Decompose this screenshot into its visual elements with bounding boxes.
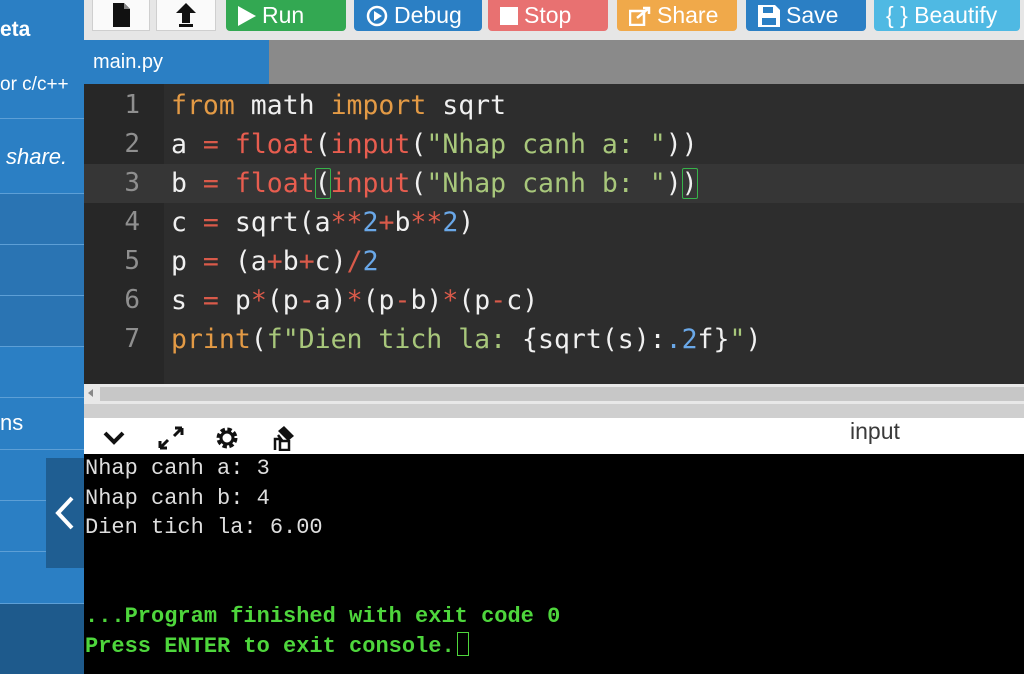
expand-console-button[interactable] xyxy=(157,424,185,452)
code-line-active[interactable]: 3 b = float(input("Nhap canh b: ")) xyxy=(84,164,1024,203)
sidebar-share-text: share. xyxy=(6,144,68,169)
expand-icon xyxy=(158,426,184,450)
sidebar-section-text: ns xyxy=(0,410,24,435)
stop-button[interactable]: Stop xyxy=(488,0,608,31)
text-cursor xyxy=(456,632,469,656)
beautify-button[interactable]: { } Beautify xyxy=(874,0,1020,31)
save-icon xyxy=(758,4,780,27)
code-text: print(f"Dien tich la: {sqrt(s):.2f}") xyxy=(171,324,762,355)
line-number: 2 xyxy=(124,129,140,159)
pane-splitter[interactable] xyxy=(84,404,1024,418)
line-number: 5 xyxy=(124,246,140,276)
code-text: b = float(input("Nhap canh b: ")) xyxy=(171,168,698,199)
code-line[interactable]: 5 p = (a+b+c)/2 xyxy=(84,242,1024,281)
line-number: 1 xyxy=(124,90,140,120)
beautify-label: { } Beautify xyxy=(886,2,998,28)
horizontal-scrollbar[interactable] xyxy=(84,384,1024,404)
chevron-left-icon xyxy=(55,496,74,530)
clear-console-button[interactable] xyxy=(270,424,298,452)
run-button[interactable]: Run xyxy=(226,0,346,31)
code-text: a = float(input("Nhap canh a: ")) xyxy=(171,129,698,160)
collapse-sidebar-button[interactable] xyxy=(46,458,84,568)
console-settings-button[interactable] xyxy=(213,424,241,452)
sidebar-divider xyxy=(0,397,84,398)
code-line[interactable]: 6 s = p*(p-a)*(p-b)*(p-c) xyxy=(84,281,1024,320)
code-text: s = p*(p-a)*(p-b)*(p-c) xyxy=(171,285,539,316)
line-number: 6 xyxy=(124,285,140,315)
sidebar-divider xyxy=(0,449,84,450)
code-line[interactable]: 4 c = sqrt(a**2+b**2) xyxy=(84,203,1024,242)
new-file-button[interactable] xyxy=(92,0,150,31)
share-button[interactable]: Share xyxy=(617,0,737,31)
console-exit-message: ...Program finished with exit code 0 xyxy=(85,604,561,629)
debug-icon xyxy=(366,5,388,26)
eraser-icon xyxy=(273,426,294,451)
code-editor[interactable]: 1 from math import sqrt 2 a = float(inpu… xyxy=(84,84,1024,384)
sidebar-divider xyxy=(0,346,84,347)
file-icon xyxy=(113,3,130,27)
console-prompt-text: Press ENTER to exit console. xyxy=(85,634,455,659)
upload-button[interactable] xyxy=(156,0,216,31)
line-number: 7 xyxy=(124,324,140,354)
debug-label: Debug xyxy=(394,2,462,28)
sidebar-item[interactable] xyxy=(0,194,84,244)
run-label: Run xyxy=(262,2,305,28)
console-line: Nhap canh b: 4 xyxy=(85,486,270,511)
share-label: Share xyxy=(657,2,719,28)
stop-label: Stop xyxy=(524,2,572,28)
console-line: Nhap canh a: 3 xyxy=(85,456,270,481)
console-prompt-line: Press ENTER to exit console. xyxy=(85,632,469,662)
console-line: Dien tich la: 6.00 xyxy=(85,515,323,540)
sidebar: eta or c/c++ share. ns xyxy=(0,0,84,674)
code-text: c = sqrt(a**2+b**2) xyxy=(171,207,475,238)
share-icon xyxy=(629,6,651,26)
collapse-console-button[interactable] xyxy=(100,424,128,452)
console-toolbar: input xyxy=(84,418,1024,454)
line-number: 4 xyxy=(124,207,140,237)
save-button[interactable]: Save xyxy=(746,0,866,31)
sidebar-title: eta xyxy=(0,18,31,41)
chevron-down-icon xyxy=(103,431,125,445)
sidebar-divider xyxy=(0,118,84,119)
line-number: 3 xyxy=(124,168,140,198)
sidebar-footer xyxy=(0,604,84,674)
sidebar-item[interactable] xyxy=(0,296,84,346)
code-line[interactable]: 1 from math import sqrt xyxy=(84,86,1024,125)
toolbar: Run Debug Stop Share Save { } Beautify xyxy=(84,0,1024,40)
sidebar-language-text: or c/c++ xyxy=(0,74,69,95)
upload-icon xyxy=(176,3,196,27)
scrollbar-thumb[interactable] xyxy=(100,387,1024,401)
console-output[interactable]: Nhap canh a: 3 Nhap canh b: 4 Dien tich … xyxy=(84,454,1024,674)
debug-button[interactable]: Debug xyxy=(354,0,482,31)
sidebar-item[interactable] xyxy=(0,245,84,295)
stop-icon xyxy=(500,6,518,25)
input-label[interactable]: input xyxy=(850,418,900,444)
code-line[interactable]: 2 a = float(input("Nhap canh a: ")) xyxy=(84,125,1024,164)
code-line[interactable]: 7 print(f"Dien tich la: {sqrt(s):.2f}") xyxy=(84,320,1024,359)
code-text: from math import sqrt xyxy=(171,90,507,121)
save-label: Save xyxy=(786,2,839,28)
play-icon xyxy=(238,5,256,26)
tab-main-py[interactable]: main.py xyxy=(84,40,269,84)
code-text: p = (a+b+c)/2 xyxy=(171,246,379,277)
scroll-left-icon[interactable] xyxy=(88,389,93,397)
tab-bar: main.py xyxy=(84,40,1024,84)
gear-icon xyxy=(216,427,238,449)
